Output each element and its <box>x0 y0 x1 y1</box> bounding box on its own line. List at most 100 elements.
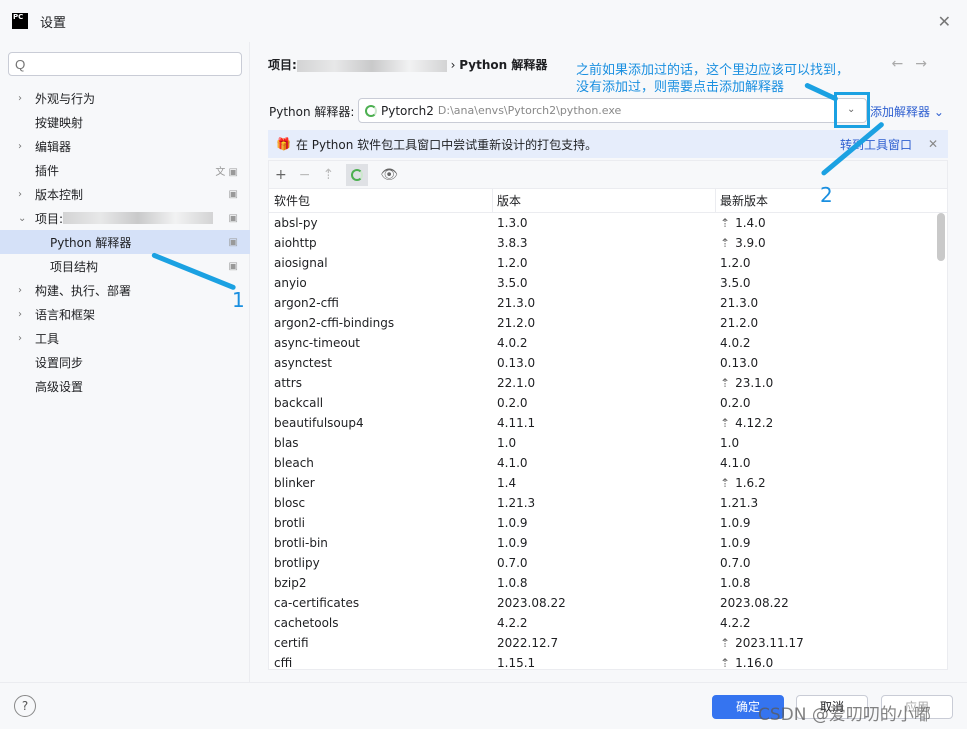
sidebar-item-label: 设置同步 <box>35 355 84 370</box>
search-input[interactable] <box>8 52 242 76</box>
upgrade-arrow-icon: ⇡ <box>720 476 731 490</box>
pycharm-logo: PC <box>12 13 28 29</box>
col-latest[interactable]: 最新版本 <box>716 192 768 209</box>
nav-arrows[interactable]: ←→ <box>892 56 939 72</box>
table-row[interactable]: absl-py 1.3.0 ⇡ 1.4.0 <box>269 213 947 233</box>
settings-scope-icon: ▣ <box>228 236 238 248</box>
sidebar-item[interactable]: › 编辑器 <box>0 134 250 158</box>
package-latest: 4.2.2 <box>720 616 751 630</box>
package-version: 1.0 <box>497 436 517 450</box>
sidebar-item[interactable]: 高级设置 <box>0 374 250 398</box>
table-row[interactable]: anyio 3.5.0 3.5.0 <box>269 273 947 293</box>
package-name: absl-py <box>274 216 318 230</box>
table-row[interactable]: async-timeout 4.0.2 4.0.2 <box>269 333 947 353</box>
package-latest: 3.5.0 <box>720 276 751 290</box>
upgrade-arrow-icon: ⇡ <box>720 216 731 230</box>
chevron-icon[interactable]: › <box>18 309 22 320</box>
chevron-icon[interactable]: › <box>18 141 22 152</box>
package-name: blas <box>274 436 299 450</box>
table-toolbar: + − ⇡ 👁 <box>269 161 947 189</box>
scrollbar[interactable] <box>937 213 945 261</box>
table-row[interactable]: attrs 22.1.0 ⇡ 23.1.0 <box>269 373 947 393</box>
python-env-icon <box>365 104 377 117</box>
table-row[interactable]: blosc 1.21.3 1.21.3 <box>269 493 947 513</box>
package-latest: ⇡ 23.1.0 <box>720 376 774 390</box>
remove-icon[interactable]: − <box>299 167 311 183</box>
package-latest: 0.13.0 <box>720 356 759 370</box>
package-name: blinker <box>274 476 315 490</box>
table-row[interactable]: blinker 1.4 ⇡ 1.6.2 <box>269 473 947 493</box>
sidebar-item[interactable]: › 工具 <box>0 326 250 350</box>
banner-text: 在 Python 软件包工具窗口中尝试重新设计的打包支持。 <box>295 137 598 152</box>
sidebar-item[interactable]: Python 解释器 ▣ <box>0 230 250 254</box>
table-row[interactable]: cffi 1.15.1 ⇡ 1.16.0 <box>269 653 947 670</box>
table-row[interactable]: bzip2 1.0.8 1.0.8 <box>269 573 947 593</box>
table-row[interactable]: aiohttp 3.8.3 ⇡ 3.9.0 <box>269 233 947 253</box>
chevron-icon[interactable]: ⌄ <box>18 213 26 224</box>
package-latest: 1.0.8 <box>720 576 751 590</box>
sidebar-item[interactable]: › 版本控制 ▣ <box>0 182 250 206</box>
table-row[interactable]: backcall 0.2.0 0.2.0 <box>269 393 947 413</box>
sidebar-item-label: 语言和框架 <box>35 307 96 322</box>
add-icon[interactable]: + <box>275 167 287 183</box>
table-row[interactable]: certifi 2022.12.7 ⇡ 2023.11.17 <box>269 633 947 653</box>
table-row[interactable]: aiosignal 1.2.0 1.2.0 <box>269 253 947 273</box>
chevron-icon[interactable]: › <box>18 285 22 296</box>
sidebar-item[interactable]: ⌄ 项目: ▣ <box>0 206 250 230</box>
upgrade-arrow-icon: ⇡ <box>720 236 731 250</box>
table-row[interactable]: argon2-cffi-bindings 21.2.0 21.2.0 <box>269 313 947 333</box>
chevron-icon[interactable]: › <box>18 333 22 344</box>
close-icon[interactable]: ✕ <box>928 137 938 151</box>
sidebar-item[interactable]: › 语言和框架 <box>0 302 250 326</box>
close-icon[interactable]: ✕ <box>938 12 951 31</box>
upgrade-icon[interactable]: ⇡ <box>322 167 334 183</box>
help-button[interactable]: ? <box>14 695 36 717</box>
table-row[interactable]: cachetools 4.2.2 4.2.2 <box>269 613 947 633</box>
table-row[interactable]: blas 1.0 1.0 <box>269 433 947 453</box>
settings-tree: › 外观与行为 按键映射 › 编辑器 插件文 ▣ › 版本控制 ▣ ⌄ 项目: ▣ Python 解释器… <box>0 86 250 398</box>
blurred-project-name <box>63 212 214 224</box>
chevron-icon[interactable]: › <box>18 189 22 200</box>
package-latest: 4.0.2 <box>720 336 751 350</box>
table-row[interactable]: brotlipy 0.7.0 0.7.0 <box>269 553 947 573</box>
package-name: aiohttp <box>274 236 317 250</box>
sidebar-item[interactable]: 按键映射 <box>0 110 250 134</box>
package-version: 21.3.0 <box>497 296 536 310</box>
package-name: cffi <box>274 656 293 670</box>
table-row[interactable]: bleach 4.1.0 4.1.0 <box>269 453 947 473</box>
interpreter-select[interactable]: Pytorch2 D:\ana\envs\Pytorch2\python.exe <box>358 98 867 123</box>
breadcrumb-project[interactable]: 项目: <box>268 58 297 72</box>
package-name: brotli-bin <box>274 536 328 550</box>
package-version: 21.2.0 <box>497 316 536 330</box>
interpreter-name: Pytorch2 <box>381 103 434 118</box>
package-version: 2022.12.7 <box>497 636 559 650</box>
table-row[interactable]: asynctest 0.13.0 0.13.0 <box>269 353 947 373</box>
table-row[interactable]: argon2-cffi 21.3.0 21.3.0 <box>269 293 947 313</box>
upgrade-arrow-icon: ⇡ <box>720 656 731 670</box>
eye-icon[interactable]: 👁 <box>380 167 398 183</box>
chevron-icon[interactable]: › <box>18 93 22 104</box>
package-version: 1.0.9 <box>497 516 528 530</box>
table-row[interactable]: brotli-bin 1.0.9 1.0.9 <box>269 533 947 553</box>
col-package[interactable]: 软件包 <box>269 189 493 212</box>
sidebar-item[interactable]: 插件 文 ▣ <box>0 158 250 182</box>
conda-toggle[interactable] <box>346 163 369 186</box>
sidebar-item[interactable]: › 外观与行为 <box>0 86 250 110</box>
package-version: 4.2.2 <box>497 616 528 630</box>
package-name: bleach <box>274 456 314 470</box>
watermark: CSDN @爱叨叨的小嘟 <box>758 705 931 725</box>
package-latest: ⇡ 4.12.2 <box>720 416 774 430</box>
package-name: beautifulsoup4 <box>274 416 364 430</box>
sidebar-item[interactable]: 设置同步 <box>0 350 250 374</box>
table-header: 软件包 版本 最新版本 <box>269 189 947 213</box>
table-row[interactable]: beautifulsoup4 4.11.1 ⇡ 4.12.2 <box>269 413 947 433</box>
sidebar-item-label: 项目: <box>35 211 64 226</box>
sidebar-item-label: 构建、执行、部署 <box>35 283 132 298</box>
table-row[interactable]: ca-certificates 2023.08.22 2023.08.22 <box>269 593 947 613</box>
sidebar-item[interactable]: 项目结构 ▣ <box>0 254 250 278</box>
table-row[interactable]: brotli 1.0.9 1.0.9 <box>269 513 947 533</box>
package-version: 1.0.8 <box>497 576 528 590</box>
add-interpreter-link[interactable]: 添加解释器 ⌄ <box>870 103 944 120</box>
package-latest: ⇡ 1.16.0 <box>720 656 774 670</box>
col-version[interactable]: 版本 <box>493 189 716 212</box>
